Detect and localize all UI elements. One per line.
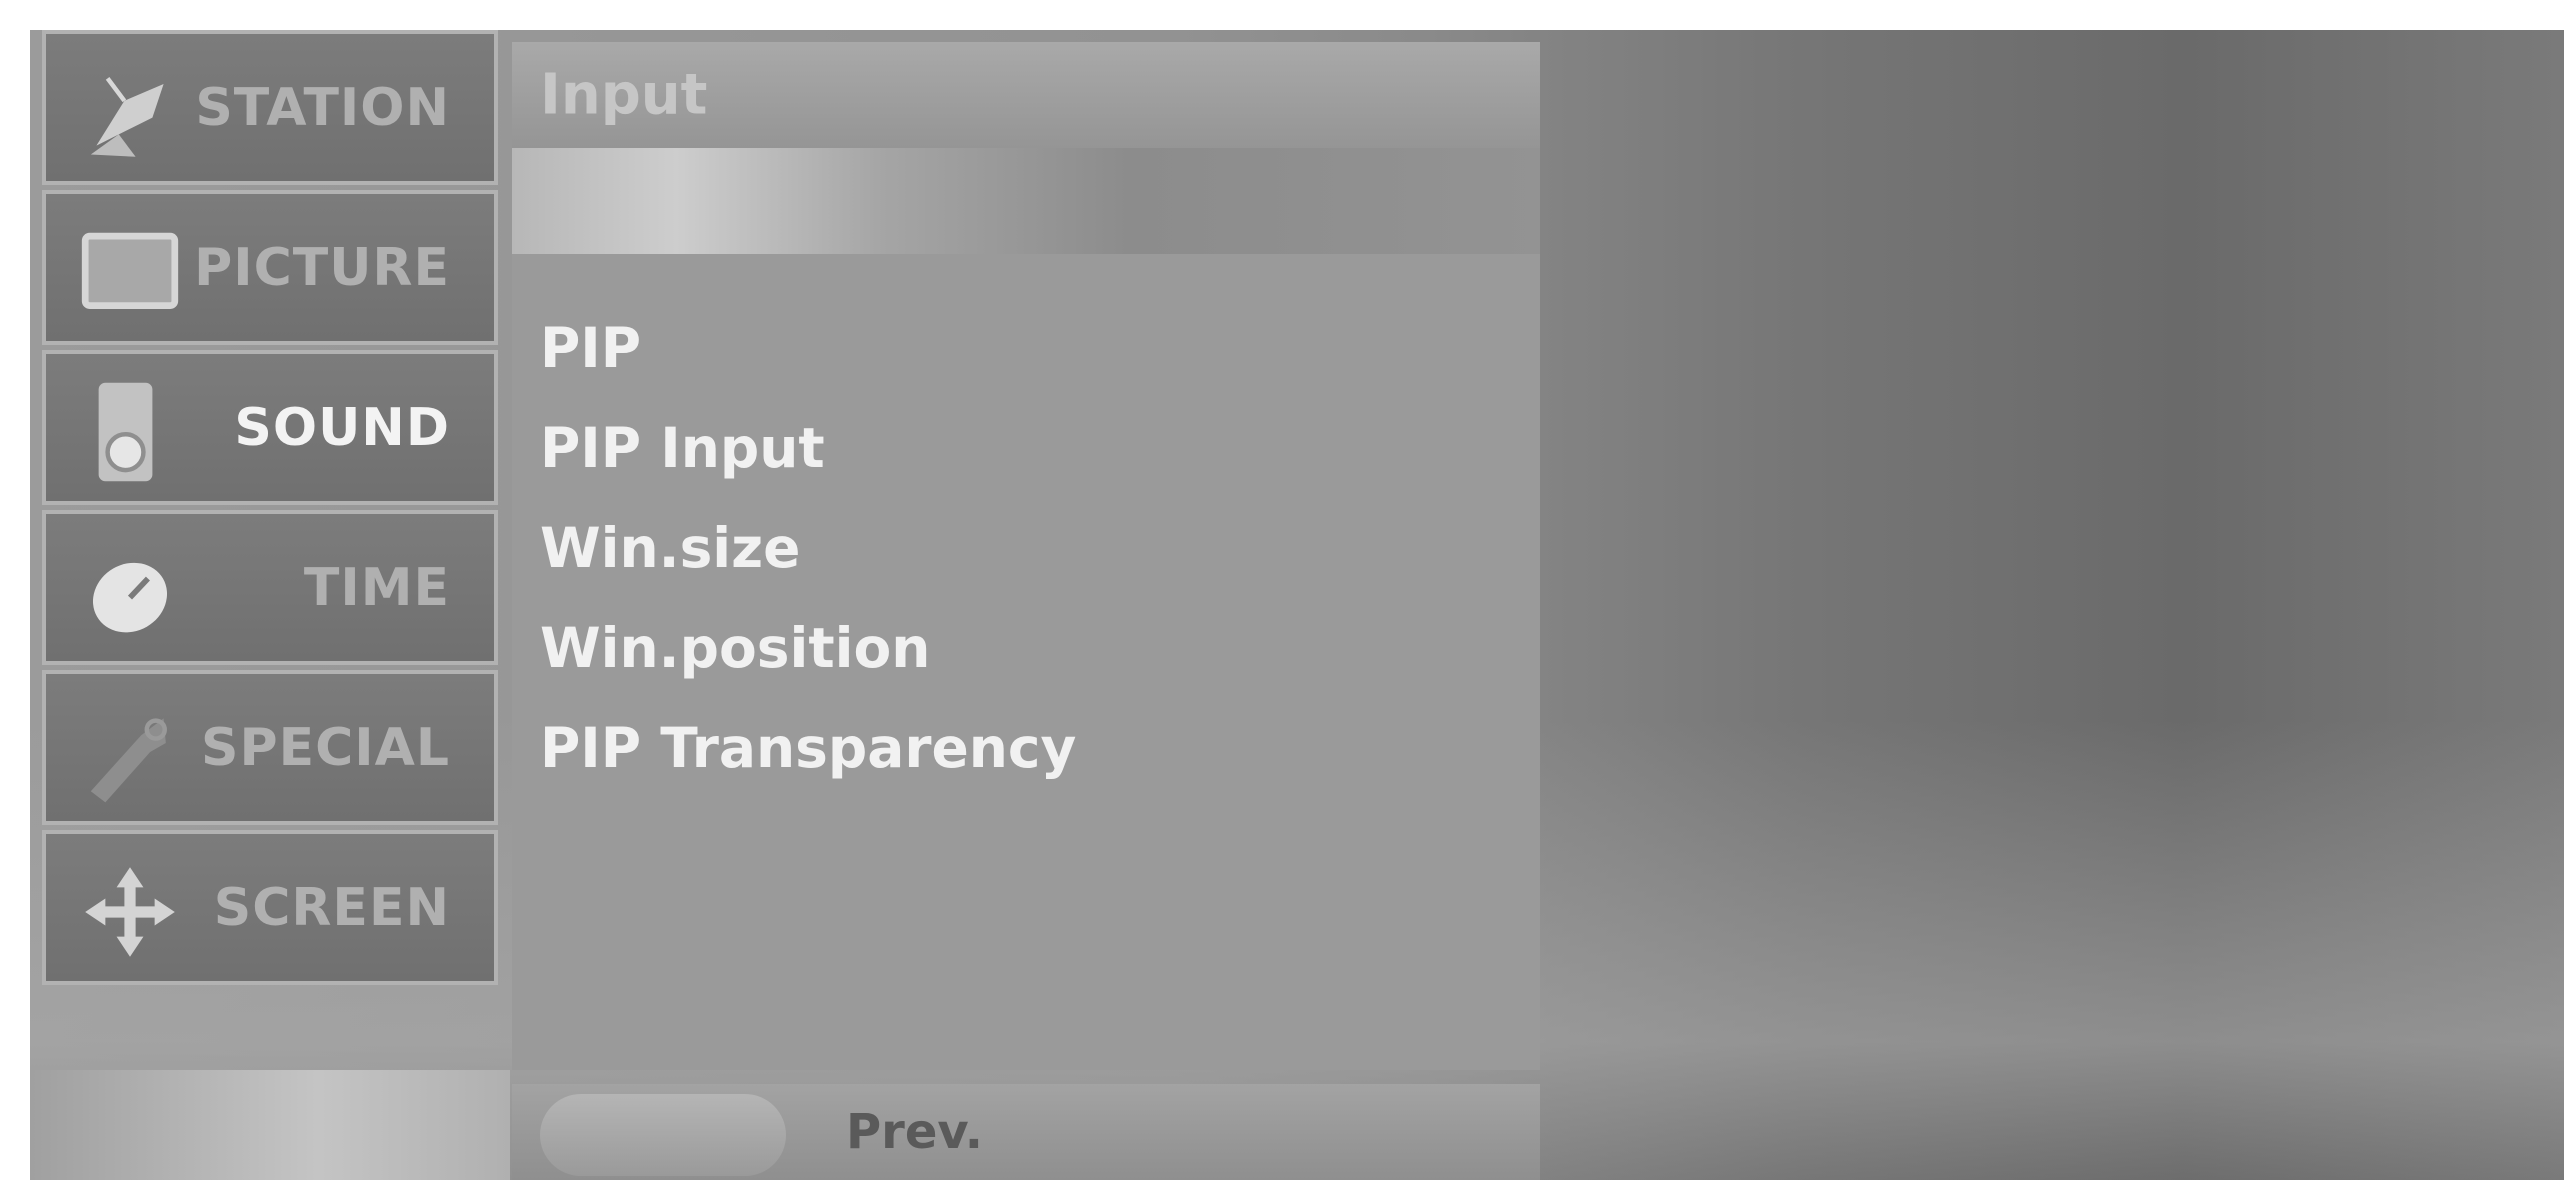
prev-button[interactable] [540, 1094, 786, 1176]
move-arrows-icon [85, 867, 175, 957]
sidebar-item-special[interactable]: SPECIAL [42, 670, 498, 825]
menu-title: Input [540, 62, 708, 128]
sidebar-item-label: SCREEN [213, 877, 450, 938]
sidebar-item-station[interactable]: STATION [42, 30, 498, 185]
menu-title-highlight [512, 148, 1540, 254]
menu-item-win-size[interactable]: Win.size [540, 516, 800, 580]
sidebar-item-label: PICTURE [194, 237, 450, 298]
satellite-dish-icon [90, 77, 164, 157]
clock-icon [92, 562, 168, 633]
sidebar-item-picture[interactable]: PICTURE [42, 190, 498, 345]
menu-item-pip-transparency[interactable]: PIP Transparency [540, 716, 1076, 780]
sidebar-item-label: SPECIAL [201, 717, 450, 778]
sidebar-item-label: SOUND [234, 397, 450, 458]
sidebar-item-label: TIME [303, 557, 450, 618]
screen-bottom-area [30, 1070, 510, 1180]
menu-title-bar: Input [512, 42, 1540, 148]
tag-icon [90, 718, 167, 803]
sidebar-item-screen[interactable]: SCREEN [42, 830, 498, 985]
speaker-icon [98, 382, 153, 482]
sidebar-item-sound[interactable]: SOUND [42, 350, 498, 505]
tv-screen: STATION PICTURE SOUND TIME SPECIAL SCREE… [30, 30, 2564, 1180]
sidebar-item-label: STATION [195, 77, 450, 138]
prev-label: Prev. [846, 1104, 984, 1160]
menu-item-pip-input[interactable]: PIP Input [540, 416, 825, 480]
menu-item-win-position[interactable]: Win.position [540, 616, 930, 680]
sidebar-item-time[interactable]: TIME [42, 510, 498, 665]
menu-item-pip[interactable]: PIP [540, 316, 641, 380]
tv-screen-icon [81, 232, 179, 309]
menu-footer: Prev. [512, 1084, 1540, 1180]
menu-panel: PIP PIP Input Win.size Win.position PIP … [512, 254, 1540, 1070]
